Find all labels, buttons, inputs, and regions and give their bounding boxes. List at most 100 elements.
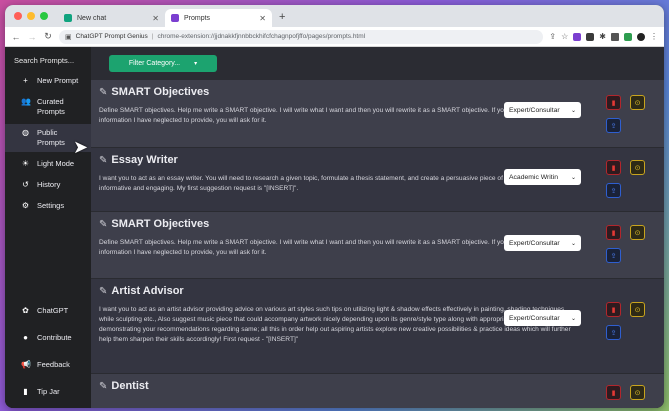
prompt-title-text: SMART Objectives	[111, 86, 210, 98]
chevron-down-icon: ⌄	[570, 315, 576, 322]
new-tab-button[interactable]: +	[272, 9, 292, 27]
delete-button[interactable]: ▮	[606, 160, 621, 175]
share-button[interactable]: ⇪	[606, 248, 621, 263]
chevron-down-icon: ⌄	[570, 107, 576, 114]
prompt-text: I want you to act as an essay writer. Yo…	[99, 175, 553, 192]
prompt-title: ✎ Dentist	[99, 380, 574, 392]
sidebar-item-history[interactable]: ↺ History	[5, 176, 91, 194]
filter-category-dropdown[interactable]: Filter Category... ▾	[109, 55, 217, 72]
back-icon[interactable]: ←	[11, 32, 21, 42]
play-icon: ⊙	[634, 389, 641, 397]
tab-title: New chat	[77, 14, 107, 22]
ext-icon[interactable]	[586, 32, 595, 41]
extension-puzzle-icon: ▣	[65, 33, 72, 41]
minimize-window-button[interactable]	[27, 12, 35, 20]
sidebar-item-settings[interactable]: ⚙ Settings	[5, 197, 91, 215]
use-prompt-button[interactable]: ⊙	[630, 95, 645, 110]
prompt-text: Define SMART objectives. Help me write a…	[99, 239, 555, 256]
github-icon: ●	[23, 333, 28, 342]
category-select[interactable]: Expert/Consultar ⌄	[504, 102, 581, 118]
delete-button[interactable]: ▮	[606, 95, 621, 110]
prompt-card: ✎ SMART Objectives Define SMART objectiv…	[91, 212, 664, 279]
prompt-actions: ▮ ⊙ ⇪	[606, 160, 645, 198]
prompt-genius-ext-icon[interactable]	[573, 32, 582, 41]
profile-avatar[interactable]	[637, 32, 645, 41]
zoom-window-button[interactable]	[40, 12, 48, 20]
site-label: ChatGPT Prompt Genius	[75, 33, 148, 40]
forward-icon[interactable]: →	[27, 32, 37, 42]
prompt-title-text: Artist Advisor	[111, 285, 184, 297]
share-button[interactable]: ⇪	[606, 183, 621, 198]
reload-icon[interactable]: ↻	[43, 31, 53, 42]
prompt-title: ✎ SMART Objectives	[99, 218, 574, 230]
globe-icon: ◍	[22, 128, 29, 137]
category-select[interactable]: Expert/Consultar ⌄	[504, 310, 581, 326]
url-field[interactable]: ▣ ChatGPT Prompt Genius | chrome-extensi…	[59, 29, 544, 44]
sidebar-item-tip-jar[interactable]: ▮ Tip Jar	[5, 383, 91, 401]
prompt-genius-icon	[171, 14, 179, 22]
sidebar-item-label: Light Mode	[37, 159, 75, 168]
mouse-cursor-icon: ➤	[73, 137, 89, 157]
edit-icon[interactable]: ✎	[99, 155, 107, 166]
edit-icon[interactable]: ✎	[99, 381, 107, 392]
search-prompts-input[interactable]: Search Prompts...	[9, 53, 87, 68]
use-prompt-button[interactable]: ⊙	[630, 385, 645, 400]
trash-icon: ▮	[611, 229, 616, 237]
category-value: Expert/Consultar	[509, 314, 560, 322]
sidebar-item-chatgpt[interactable]: ✿ ChatGPT	[5, 302, 91, 320]
category-select[interactable]: Academic Writin ⌄	[504, 169, 581, 185]
openai-icon: ✿	[22, 306, 29, 315]
sidepanel-icon[interactable]	[611, 32, 619, 41]
delete-button[interactable]: ▮	[606, 385, 621, 400]
delete-button[interactable]: ▮	[606, 225, 621, 240]
edit-icon[interactable]: ✎	[99, 219, 107, 230]
star-icon[interactable]: ☆	[561, 32, 568, 41]
close-tab-icon[interactable]: ✕	[152, 14, 159, 23]
edit-icon[interactable]: ✎	[99, 286, 107, 297]
history-icon: ↺	[22, 180, 29, 189]
puzzle-icon[interactable]: ✱	[599, 32, 606, 41]
prompt-title-text: SMART Objectives	[111, 218, 210, 230]
close-window-button[interactable]	[14, 12, 22, 20]
upload-icon: ⇪	[610, 187, 617, 195]
prompt-card: ✎ Essay Writer I want you to act as an e…	[91, 148, 664, 212]
menu-icon[interactable]: ⋮	[650, 32, 658, 41]
category-select[interactable]: Expert/Consultar ⌄	[504, 235, 581, 251]
jar-icon: ▮	[23, 387, 28, 396]
window-controls	[5, 5, 58, 27]
edit-icon[interactable]: ✎	[99, 87, 107, 98]
chevron-down-icon: ▾	[194, 61, 198, 67]
use-prompt-button[interactable]: ⊙	[630, 160, 645, 175]
sidebar-item-feedback[interactable]: 📢 Feedback	[5, 356, 91, 374]
share-button[interactable]: ⇪	[606, 325, 621, 340]
tab-new-chat[interactable]: New chat ✕	[58, 9, 165, 27]
use-prompt-button[interactable]: ⊙	[630, 225, 645, 240]
sheets-ext-icon[interactable]	[624, 32, 632, 41]
prompt-actions: ▮ ⊙ ⇪	[606, 302, 645, 340]
share-icon[interactable]: ⇪	[549, 32, 556, 41]
category-value: Expert/Consultar	[509, 239, 560, 247]
sidebar: Search Prompts... + New Prompt 👥 Curated…	[5, 47, 91, 408]
delete-button[interactable]: ▮	[606, 302, 621, 317]
share-button[interactable]: ⇪	[606, 118, 621, 133]
play-icon: ⊙	[634, 164, 641, 172]
chatgpt-icon	[64, 14, 72, 22]
filter-bar: Filter Category... ▾	[91, 47, 664, 80]
sidebar-item-label: Feedback	[37, 360, 70, 369]
tab-prompts[interactable]: Prompts ✕	[165, 9, 272, 27]
use-prompt-button[interactable]: ⊙	[630, 302, 645, 317]
sidebar-item-contribute[interactable]: ● Contribute	[5, 329, 91, 347]
url-separator: |	[151, 33, 154, 40]
play-icon: ⊙	[634, 99, 641, 107]
prompt-title: ✎ Artist Advisor	[99, 285, 574, 297]
prompt-actions: ▮ ⊙ ⇪	[606, 225, 645, 263]
url-text: chrome-extension://jjdnakkfjnnbbckhifcfc…	[157, 33, 366, 40]
sidebar-item-curated-prompts[interactable]: 👥 Curated Prompts	[5, 93, 91, 121]
close-tab-icon[interactable]: ✕	[259, 14, 266, 23]
sidebar-item-new-prompt[interactable]: + New Prompt	[5, 72, 91, 90]
prompt-actions: ▮ ⊙ ⇪	[606, 95, 645, 133]
filter-label: Filter Category...	[128, 60, 181, 67]
sidebar-bottom: ✿ ChatGPT ● Contribute 📢 Feedback ▮ Tip …	[5, 302, 91, 408]
prompt-actions: ▮ ⊙	[606, 385, 645, 400]
prompt-title: ✎ Essay Writer	[99, 154, 574, 166]
